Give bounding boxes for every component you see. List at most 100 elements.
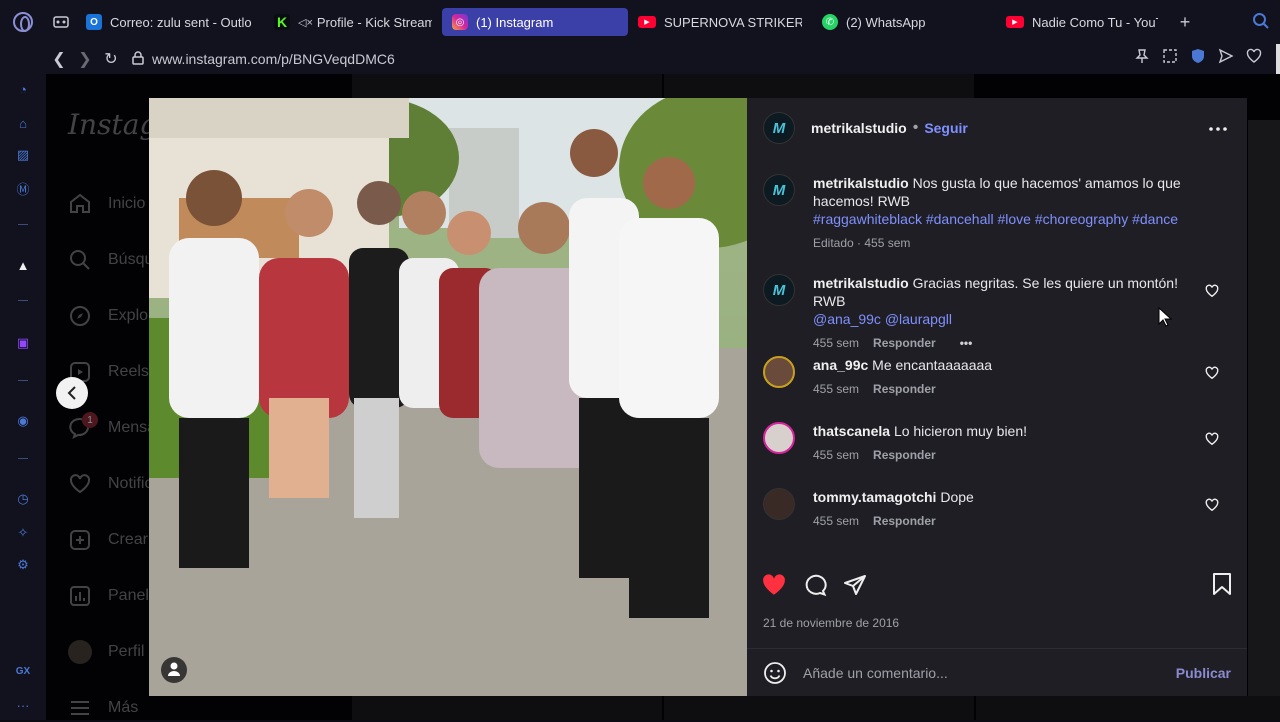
comment-meta: 455 sem Responder •••	[813, 334, 1203, 352]
comment-body: ana_99c Me encantaaaaaaa 455 sem Respond…	[813, 356, 1203, 398]
url-text: www.instagram.com/p/BNGVeqdDMC6	[152, 51, 395, 67]
previous-post-button[interactable]	[56, 377, 88, 409]
comment-username[interactable]: metrikalstudio	[813, 275, 909, 291]
like-comment-icon[interactable]	[1205, 284, 1219, 298]
commenter-avatar[interactable]: M	[763, 274, 795, 306]
mouse-cursor-icon	[1158, 307, 1172, 327]
tab-label: (1) Instagram	[476, 14, 554, 30]
author-avatar[interactable]: M	[763, 174, 795, 206]
comment-time: 455 sem	[813, 448, 860, 462]
comment-icon[interactable]	[803, 573, 827, 597]
twitch-icon[interactable]: ▣	[14, 334, 32, 352]
sidebar-separator	[18, 458, 28, 459]
post-photo[interactable]	[149, 98, 747, 696]
tab-nadie-como-tu[interactable]: ▶ Nadie Como Tu - YouTub	[996, 8, 1168, 36]
comment-options-button[interactable]: •••	[960, 334, 973, 352]
url-field[interactable]: www.instagram.com/p/BNGVeqdDMC6	[132, 50, 395, 68]
author-avatar[interactable]: M	[763, 112, 795, 144]
caption-username[interactable]: metrikalstudio	[813, 175, 909, 191]
more-options-icon[interactable]	[1209, 118, 1227, 136]
tab-supernova[interactable]: ▶ SUPERNOVA STRIKERS	[628, 8, 812, 36]
history-icon[interactable]: ◷	[14, 490, 32, 508]
like-comment-icon[interactable]	[1205, 432, 1219, 446]
tab-search-icon[interactable]	[1252, 12, 1270, 30]
shield-icon[interactable]	[1190, 48, 1206, 64]
comment-mentions[interactable]: @ana_99c @laurapgll	[813, 311, 952, 327]
youtube-icon: ▶	[1006, 16, 1024, 28]
extensions-icon[interactable]: ✧	[14, 524, 32, 542]
reload-button[interactable]: ↻	[98, 46, 124, 72]
address-bar: ❮ ❯ ↻ www.instagram.com/p/BNGVeqdDMC6	[46, 44, 1280, 74]
reply-button[interactable]: Responder	[873, 380, 936, 398]
tab-outlook[interactable]: O Correo: zulu sent - Outlo	[76, 8, 264, 36]
tab-label: Profile - Kick Stream	[316, 14, 432, 30]
dot-separator: •	[912, 119, 919, 136]
comment-input[interactable]: Añade un comentario...	[803, 665, 1176, 681]
tab-bar: O Correo: zulu sent - Outlo K ◁× Profile…	[0, 0, 1280, 44]
tab-kick[interactable]: K ◁× Profile - Kick Stream	[264, 8, 442, 36]
messenger-m-icon[interactable]: Ⓜ	[14, 179, 32, 197]
tagged-people-icon	[161, 657, 187, 683]
commenter-avatar[interactable]	[763, 356, 795, 388]
sidebar-more-button[interactable]: ···	[14, 696, 32, 714]
tab-label: SUPERNOVA STRIKERS	[664, 14, 802, 30]
share-icon[interactable]	[843, 573, 867, 597]
caption-meta: Editado · 455 sem	[813, 234, 1203, 252]
tab-label: Correo: zulu sent - Outlo	[110, 14, 252, 30]
snapshot-icon[interactable]	[1162, 48, 1178, 64]
post-actions	[761, 572, 1233, 600]
player-icon[interactable]: ◉	[14, 412, 32, 430]
comment-time: 455 sem	[813, 336, 860, 350]
new-tab-button[interactable]: +	[1174, 11, 1196, 33]
reply-button[interactable]: Responder	[873, 512, 936, 530]
comment-item: tommy.tamagotchi Dope 455 sem Responder	[763, 488, 1233, 530]
follow-button[interactable]: Seguir	[924, 120, 968, 136]
comment-meta: 455 sem Responder	[813, 512, 1203, 530]
commenter-avatar[interactable]	[763, 488, 795, 520]
publish-button[interactable]: Publicar	[1176, 665, 1231, 681]
send-icon[interactable]	[1218, 48, 1234, 64]
caption-body: metrikalstudio Nos gusta lo que hacemos'…	[813, 174, 1203, 252]
post-modal: M metrikalstudio • Seguir M metrikalstud…	[149, 98, 1247, 696]
caption: M metrikalstudio Nos gusta lo que hacemo…	[763, 174, 1233, 252]
mute-icon[interactable]: ◁×	[298, 16, 313, 29]
like-comment-icon[interactable]	[1205, 498, 1219, 512]
comment-username[interactable]: tommy.tamagotchi	[813, 489, 936, 505]
tab-label: Nadie Como Tu - YouTub	[1032, 14, 1158, 30]
scrollbar-thumb[interactable]	[1276, 44, 1280, 74]
comment-item: ana_99c Me encantaaaaaaa 455 sem Respond…	[763, 356, 1233, 398]
opera-logo-icon[interactable]	[0, 0, 46, 44]
comment-username[interactable]: thatscanela	[813, 423, 890, 439]
outlook-icon: O	[86, 14, 102, 30]
kick-icon: K	[274, 14, 290, 30]
commenter-avatar[interactable]	[763, 422, 795, 454]
tab-instagram[interactable]: ◎ (1) Instagram	[442, 8, 628, 36]
comment-username[interactable]: ana_99c	[813, 357, 868, 373]
like-heart-icon[interactable]	[761, 572, 787, 598]
workspace-icon[interactable]	[46, 9, 76, 35]
gx-label[interactable]: GX	[14, 662, 32, 680]
author-username[interactable]: metrikalstudio	[811, 120, 907, 136]
reply-button[interactable]: Responder	[873, 446, 936, 464]
aria-icon[interactable]: ▲	[14, 256, 32, 274]
tab-whatsapp[interactable]: ✆ (2) WhatsApp	[812, 8, 996, 36]
bookmark-heart-icon[interactable]	[1246, 48, 1262, 64]
comment-item: thatscanela Lo hicieron muy bien! 455 se…	[763, 422, 1233, 464]
save-bookmark-icon[interactable]	[1211, 572, 1233, 596]
forward-button[interactable]: ❯	[72, 46, 98, 72]
browser-sidebar: ◔ ⌂ ▨ Ⓜ ▲ ▣ ◉ ◷ ✧ ⚙ GX ···	[0, 44, 46, 720]
emoji-icon[interactable]	[763, 661, 787, 685]
comment-time: 455 sem	[813, 382, 860, 396]
sidebar-separator	[18, 300, 28, 301]
twitch-stripe-icon[interactable]: ▨	[14, 146, 32, 164]
shop-icon[interactable]: ⌂	[14, 114, 32, 132]
like-comment-icon[interactable]	[1205, 366, 1219, 380]
sidebar-separator	[18, 380, 28, 381]
pin-icon[interactable]	[1134, 48, 1150, 64]
reply-button[interactable]: Responder	[873, 334, 936, 352]
caption-hashtags[interactable]: #raggawhiteblack #dancehall #love #chore…	[813, 211, 1178, 227]
settings-icon[interactable]: ⚙	[14, 556, 32, 574]
comment-meta: 455 sem Responder	[813, 446, 1203, 464]
speed-dial-icon[interactable]: ◔	[14, 80, 32, 98]
back-button[interactable]: ❮	[46, 46, 72, 72]
